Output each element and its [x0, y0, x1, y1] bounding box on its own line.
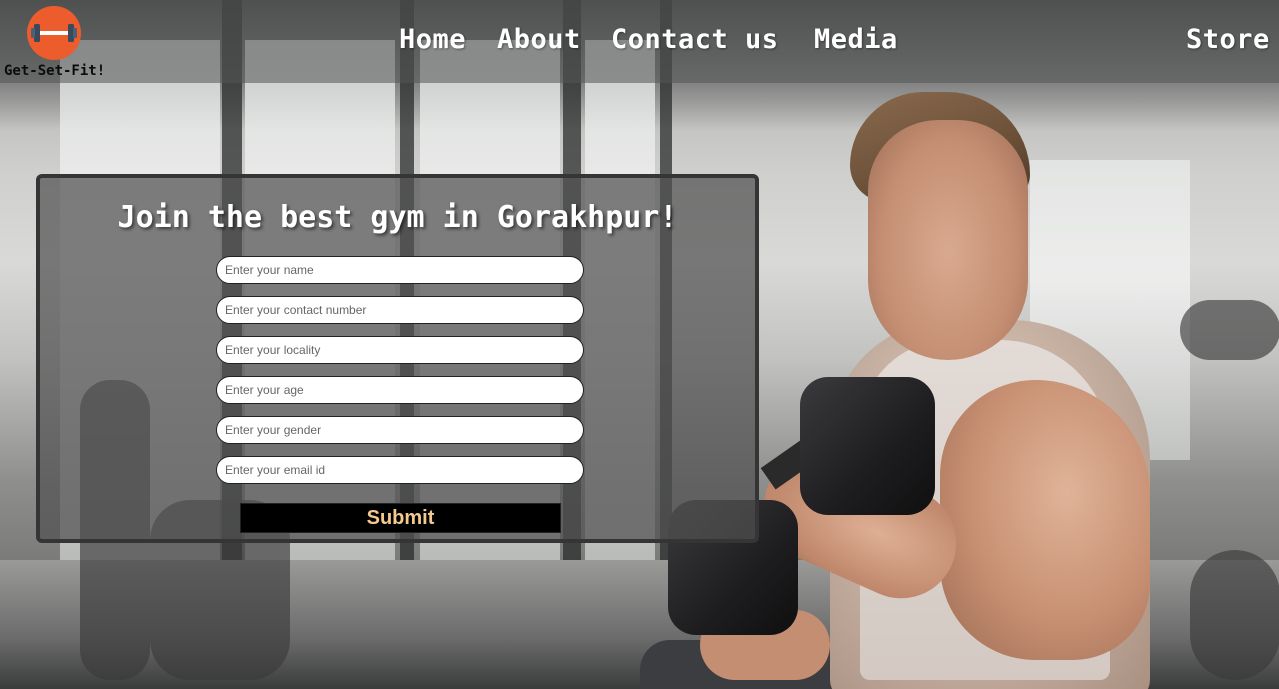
- name-input[interactable]: [216, 256, 584, 284]
- gender-input[interactable]: [216, 416, 584, 444]
- submit-button[interactable]: Submit: [240, 503, 561, 533]
- logo[interactable]: [27, 6, 81, 60]
- top-navbar: Get-Set-Fit! Home About Contact us Media…: [0, 0, 1279, 83]
- dumbbell-icon: [31, 24, 77, 42]
- nav-media-link[interactable]: Media: [814, 24, 898, 64]
- join-form-panel: Join the best gym in Gorakhpur! Submit: [36, 174, 759, 543]
- brand-name: Get-Set-Fit!: [4, 63, 106, 79]
- form-title: Join the best gym in Gorakhpur!: [117, 200, 678, 235]
- nav-home-link[interactable]: Home: [399, 24, 466, 64]
- age-input[interactable]: [216, 376, 584, 404]
- contact-number-input[interactable]: [216, 296, 584, 324]
- nav-about-link[interactable]: About: [497, 24, 581, 64]
- locality-input[interactable]: [216, 336, 584, 364]
- nav-contact-link[interactable]: Contact us: [611, 24, 779, 64]
- email-input[interactable]: [216, 456, 584, 484]
- nav-store-link[interactable]: Store: [1186, 24, 1270, 64]
